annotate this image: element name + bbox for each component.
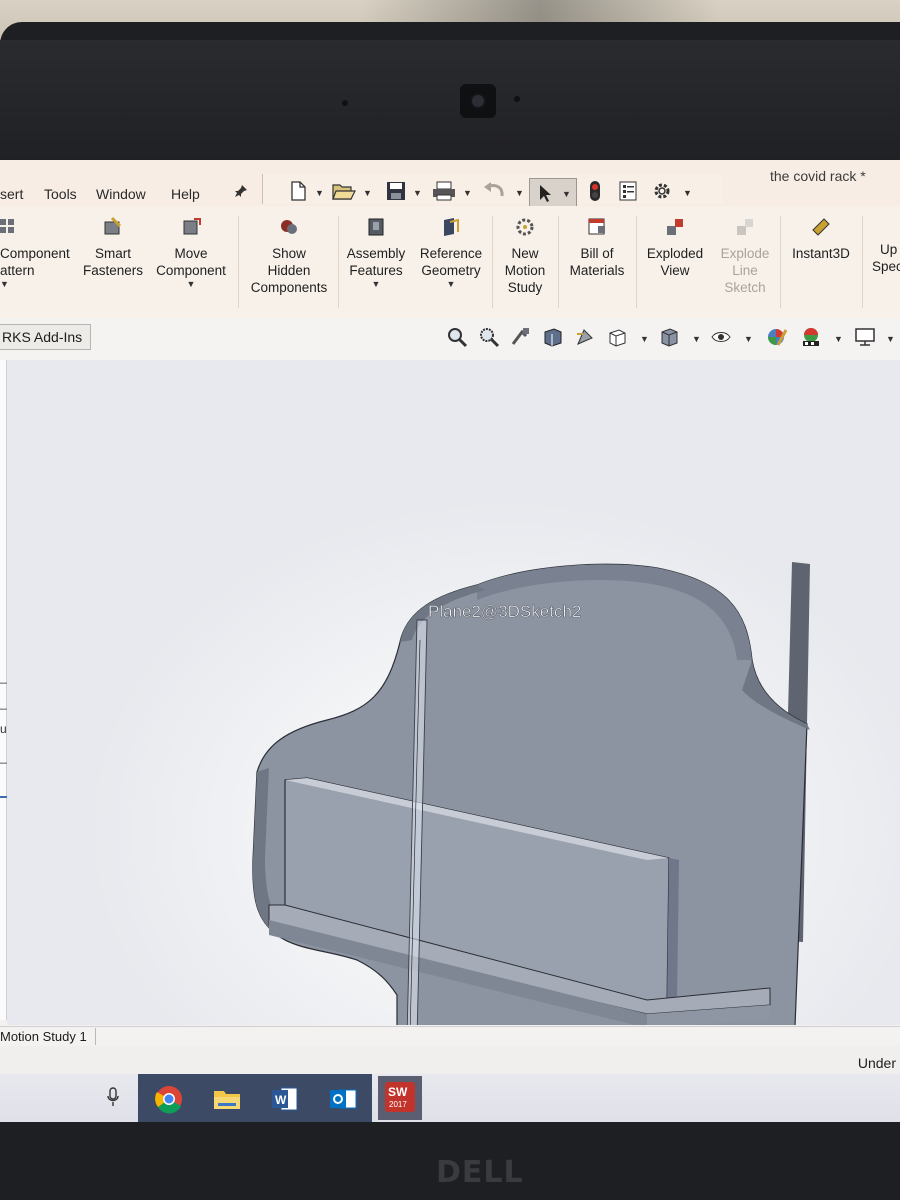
chevron-down-icon[interactable]: ▼ <box>640 334 649 344</box>
display-style-icon[interactable] <box>658 326 680 348</box>
new-document-icon[interactable] <box>287 180 309 202</box>
previous-view-icon[interactable] <box>510 326 532 348</box>
explode-line-sketch-button[interactable]: Explode Line Sketch <box>714 206 776 318</box>
screen: sert Tools Window Help ▼ ▼ ▼ ▼ ▼ ▼ ▼ the… <box>0 160 900 1122</box>
windows-taskbar: W SW 2017 <box>0 1074 900 1122</box>
chrome-icon[interactable] <box>148 1078 190 1120</box>
motion-study-icon <box>516 218 534 236</box>
ribbon-separator <box>558 216 559 308</box>
chevron-down-icon[interactable]: ▼ <box>886 334 895 344</box>
chevron-down-icon[interactable]: ▼ <box>562 189 571 199</box>
solidworks-taskbar-button[interactable]: SW 2017 <box>378 1076 422 1120</box>
show-hidden-components-button[interactable]: Show Hidden Components <box>244 206 334 318</box>
ribbon-separator <box>492 216 493 308</box>
move-component-button[interactable]: Move Component ▼ <box>150 206 232 318</box>
gear-icon[interactable] <box>651 180 673 202</box>
open-folder-icon[interactable] <box>331 180 357 202</box>
document-title: the covid rack * <box>770 168 866 184</box>
save-icon[interactable] <box>385 180 407 202</box>
exploded-view-button[interactable]: Exploded View <box>640 206 710 318</box>
menu-bar: sert Tools Window Help ▼ ▼ ▼ ▼ ▼ ▼ ▼ the… <box>0 160 900 208</box>
assembly-features-button[interactable]: Assembly Features ▼ <box>342 206 410 318</box>
feature-manager-tree <box>0 360 7 1020</box>
menu-help[interactable]: Help <box>171 186 200 202</box>
sensor-dot <box>514 96 520 102</box>
bill-of-materials-button[interactable]: Bill of Materials <box>562 206 632 318</box>
status-text: Under <box>857 1055 896 1071</box>
rack-model[interactable]: Plane2@3DSketch2 <box>7 360 900 1025</box>
shelf-lip-edge <box>667 858 679 1006</box>
dell-logo: DELL <box>436 1155 524 1190</box>
undo-icon[interactable] <box>481 180 507 202</box>
outlook-icon[interactable] <box>322 1078 364 1120</box>
select-arrow-icon[interactable] <box>536 183 556 203</box>
plane-label[interactable]: Plane2@3DSketch2 <box>428 602 582 622</box>
tab-solidworks-addins[interactable]: RKS Add-Ins <box>0 324 92 350</box>
menu-window[interactable]: Window <box>96 186 146 202</box>
hide-show-items-icon[interactable] <box>710 326 732 348</box>
update-speedpak-button[interactable]: Up Spec <box>866 206 900 318</box>
ribbon-separator <box>780 216 781 308</box>
explode-line-sketch-icon <box>737 219 753 235</box>
microphone-icon[interactable] <box>106 1086 120 1108</box>
status-bar: Under <box>0 1046 900 1074</box>
move-component-icon <box>183 218 201 235</box>
word-icon[interactable]: W <box>264 1078 306 1120</box>
dynamic-annotation-icon[interactable] <box>574 326 596 348</box>
chevron-down-icon[interactable]: ▼ <box>692 334 701 344</box>
section-view-icon[interactable] <box>542 326 564 348</box>
reference-geometry-icon <box>444 218 459 236</box>
ribbon-separator <box>636 216 637 308</box>
quick-access-toolbar: ▼ ▼ ▼ ▼ ▼ ▼ ▼ <box>262 174 723 208</box>
zoom-to-area-icon[interactable] <box>478 326 500 348</box>
command-manager-ribbon: Component attern ▼ Smart Fasteners Move … <box>0 206 900 319</box>
exploded-view-icon <box>667 219 683 235</box>
instant3d-button[interactable]: Instant3D <box>784 206 858 318</box>
assembly-features-icon <box>368 218 384 236</box>
webcam <box>460 84 496 118</box>
pin-icon[interactable] <box>234 184 248 198</box>
chevron-down-icon[interactable]: ▼ <box>834 334 843 344</box>
apply-scene-icon[interactable] <box>800 326 822 348</box>
reference-geometry-button[interactable]: Reference Geometry ▼ <box>414 206 488 318</box>
select-tool-group[interactable]: ▼ <box>529 178 577 208</box>
view-orientation-icon[interactable] <box>606 326 628 348</box>
pattern-icon <box>0 219 14 233</box>
bottom-tab-bar: Motion Study 1 <box>0 1026 900 1047</box>
graphics-viewport[interactable]: Plane2@3DSketch2 Y Z <box>7 360 900 1122</box>
file-explorer-icon[interactable] <box>206 1078 248 1120</box>
edit-appearance-icon[interactable] <box>766 326 788 348</box>
menu-tools[interactable]: Tools <box>44 186 77 202</box>
solidworks-icon: SW 2017 <box>385 1082 415 1112</box>
ribbon-separator <box>238 216 239 308</box>
bill-of-materials-icon <box>588 218 605 235</box>
tab-motion-study-1[interactable]: Motion Study 1 <box>0 1028 96 1045</box>
svg-text:W: W <box>275 1093 287 1107</box>
linear-component-pattern-button[interactable]: Component attern ▼ <box>0 206 72 318</box>
rebuild-traffic-light-icon[interactable] <box>587 180 603 202</box>
print-icon[interactable] <box>431 180 457 202</box>
show-hidden-components-icon <box>281 220 297 234</box>
new-motion-study-button[interactable]: New Motion Study <box>496 206 554 318</box>
zoom-to-fit-icon[interactable] <box>446 326 468 348</box>
ribbon-separator <box>338 216 339 308</box>
ribbon-separator <box>862 216 863 308</box>
smart-fasteners-button[interactable]: Smart Fasteners <box>80 206 146 318</box>
menu-insert[interactable]: sert <box>0 186 23 202</box>
file-properties-icon[interactable] <box>617 180 639 202</box>
view-settings-icon[interactable] <box>854 326 876 348</box>
instant3d-icon <box>812 218 830 236</box>
monitor-bezel-top <box>0 40 900 160</box>
sensor-dot <box>342 100 348 106</box>
chevron-down-icon[interactable]: ▼ <box>744 334 753 344</box>
smart-fasteners-icon <box>104 216 122 235</box>
